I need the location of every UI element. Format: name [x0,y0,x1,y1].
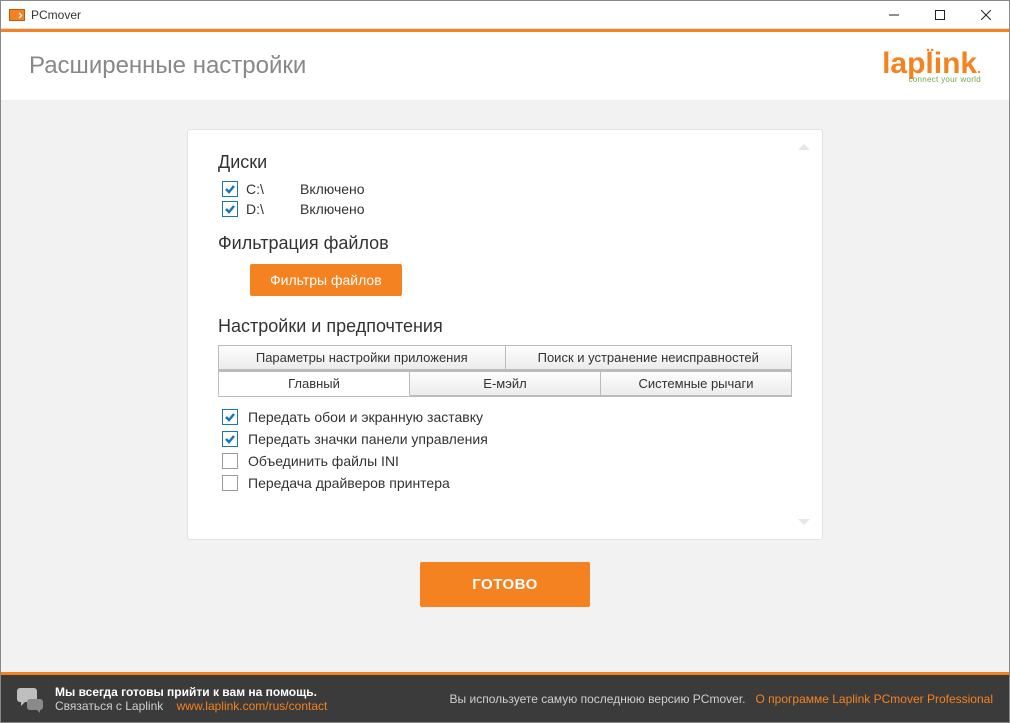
close-button[interactable] [963,1,1009,29]
checkbox-control-panel-icons[interactable] [222,431,238,447]
option-row: Передача драйверов принтера [222,475,792,491]
maximize-button[interactable] [917,1,963,29]
option-row: Передать значки панели управления [222,431,792,447]
option-label: Передать значки панели управления [248,431,488,447]
tab-email[interactable]: Е-мэйл [410,371,601,396]
help-title: Мы всегда готовы прийти к вам на помощь. [55,685,327,699]
scroll-up-icon[interactable] [798,144,810,150]
done-button[interactable]: ГОТОВО [420,562,590,607]
checkbox-wallpaper[interactable] [222,409,238,425]
option-label: Объединить файлы INI [248,453,399,469]
tab-system[interactable]: Системные рычаги [601,371,792,396]
option-label: Передать обои и экранную заставку [248,409,483,425]
chat-icon [17,688,43,710]
contact-link[interactable]: www.laplink.com/rus/contact [177,699,328,713]
drives-heading: Диски [218,152,792,173]
header: Расширенные настройки lapli¨nk. connect … [1,29,1009,101]
body-area: Диски C:\ Включено D:\ Включено Фильтрац… [1,101,1009,672]
settings-panel: Диски C:\ Включено D:\ Включено Фильтрац… [187,129,823,540]
minimize-button[interactable] [871,1,917,29]
prefs-heading: Настройки и предпочтения [218,316,792,337]
app-icon [9,9,25,21]
window-title: PCmover [31,8,81,22]
laplink-logo: lapli¨nk. connect your world [882,49,981,84]
option-row: Передать обои и экранную заставку [222,409,792,425]
scroll-down-icon[interactable] [798,519,810,525]
file-filters-button[interactable]: Фильтры файлов [250,264,402,296]
titlebar: PCmover [1,1,1009,29]
drive-state: Включено [300,201,365,217]
drive-checkbox-d[interactable] [222,201,238,217]
drive-name: C:\ [246,181,292,197]
tab-troubleshooting[interactable]: Поиск и устранение неисправностей [506,345,793,370]
drive-name: D:\ [246,201,292,217]
drive-row: C:\ Включено [222,181,792,197]
about-link[interactable]: О программе Laplink PCmover Professional [756,692,994,706]
drive-row: D:\ Включено [222,201,792,217]
checkbox-printer-drivers[interactable] [222,475,238,491]
tab-main[interactable]: Главный [218,371,410,396]
option-label: Передача драйверов принтера [248,475,450,491]
drive-checkbox-c[interactable] [222,181,238,197]
drive-state: Включено [300,181,365,197]
filter-heading: Фильтрация файлов [218,233,792,254]
option-row: Объединить файлы INI [222,453,792,469]
contact-label: Связаться с Laplink [55,699,163,713]
tabs-container: Параметры настройки приложения Поиск и у… [218,345,792,397]
tab-app-settings[interactable]: Параметры настройки приложения [218,345,506,370]
footer: Мы всегда готовы прийти к вам на помощь.… [1,672,1009,722]
version-text: Вы используете самую последнюю версию PC… [450,692,746,706]
checkbox-merge-ini[interactable] [222,453,238,469]
page-title: Расширенные настройки [29,52,306,80]
